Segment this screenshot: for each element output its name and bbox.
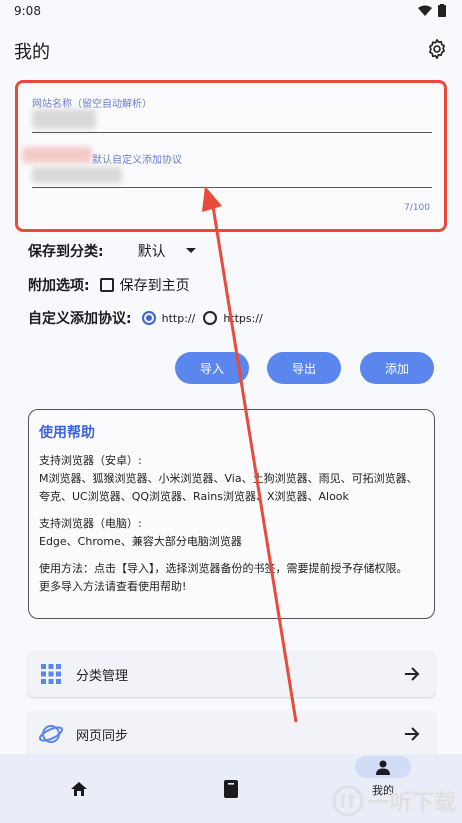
gear-icon [429, 39, 445, 59]
char-count: 7/100 [404, 203, 430, 213]
menu-label-sync: 网页同步 [76, 728, 129, 744]
extra-options-row: 附加选项: 保存到主页 [28, 275, 190, 295]
url-field-underline [32, 187, 432, 188]
extra-options-label: 附加选项: [28, 278, 90, 294]
help-usage: 使用方法：点击【导入】，选择浏览器备份的书签，需要提前授予存储权限。 更多导入方… [39, 560, 424, 596]
watermark: 一听下载 [332, 785, 456, 817]
name-field-label: 网站名称（留空自动解析） [32, 99, 152, 110]
export-button[interactable]: 导出 [267, 352, 341, 384]
wifi-icon [418, 5, 432, 16]
import-button[interactable]: 导入 [175, 352, 249, 384]
help-pc-title: 支持浏览器（电脑）: [39, 517, 142, 530]
help-title: 使用帮助 [39, 425, 95, 441]
nav-home-pill [51, 778, 107, 800]
menu-item-web-sync[interactable]: 网页同步 [28, 711, 435, 757]
help-card: 使用帮助 支持浏览器（安卓）: M浏览器、狐猴浏览器、小米浏览器、Via、土狗浏… [28, 409, 435, 619]
nav-mine-pill [355, 756, 411, 778]
dropdown-arrow-icon [185, 248, 196, 253]
nav-home[interactable] [2, 754, 156, 823]
http-label: http:// [161, 311, 196, 325]
https-label: https:// [223, 311, 263, 325]
status-time: 9:08 [14, 4, 41, 18]
settings-button[interactable] [424, 36, 450, 62]
help-pc: 支持浏览器（电脑）: Edge、Chrome、兼容大部分电脑浏览器 [39, 515, 424, 551]
battery-icon [438, 4, 446, 17]
bookmark-form: 网站名称（留空自动解析） 默认自定义添加协议 7/100 [15, 80, 447, 232]
name-field-underline [32, 132, 432, 133]
category-dropdown[interactable]: 默认 [138, 241, 196, 261]
help-usage-text: 使用方法：点击【导入】，选择浏览器备份的书签，需要提前授予存储权限。 [39, 562, 408, 575]
category-value: 默认 [137, 244, 166, 260]
url-field-label: 默认自定义添加协议 [92, 155, 182, 166]
add-button[interactable]: 添加 [360, 352, 434, 384]
redacted-value [32, 109, 96, 129]
home-icon [71, 782, 87, 796]
name-field[interactable]: 网站名称（留空自动解析） [32, 95, 432, 133]
status-bar: 9:08 [0, 0, 462, 22]
grid-icon [38, 661, 64, 687]
nav-bookmarks[interactable] [154, 754, 308, 823]
help-more-text: 更多导入方法请查看使用帮助! [39, 580, 187, 593]
protocol-label: 自定义添加协议: [28, 311, 132, 327]
arrow-right-icon [405, 727, 420, 741]
arrow-right-icon [405, 667, 420, 681]
save-to-row: 保存到分类: 默认 [28, 241, 196, 261]
planet-icon [38, 721, 64, 747]
https-radio[interactable] [203, 311, 218, 325]
help-android-title: 支持浏览器（安卓）: [39, 454, 142, 467]
http-radio[interactable] [141, 311, 156, 325]
protocol-row: 自定义添加协议: http:// https:// [28, 308, 271, 328]
status-icons [418, 4, 446, 17]
redacted-url [32, 167, 122, 183]
menu-item-category-manage[interactable]: 分类管理 [28, 651, 435, 697]
redacted-label [22, 147, 92, 163]
help-pc-list: Edge、Chrome、兼容大部分电脑浏览器 [39, 535, 242, 548]
url-field[interactable]: 默认自定义添加协议 [22, 147, 432, 188]
help-android-list: M浏览器、狐猴浏览器、小米浏览器、Via、土狗浏览器、雨见、可拓浏览器、夸克、U… [39, 472, 418, 503]
watermark-logo-icon [332, 785, 364, 817]
app-header: 我的 [0, 30, 462, 70]
watermark-text: 一听下载 [367, 791, 456, 816]
page-title: 我的 [14, 42, 50, 63]
person-icon [376, 760, 390, 775]
save-home-label: 保存到主页 [119, 278, 190, 294]
save-to-label: 保存到分类: [28, 244, 104, 260]
help-android: 支持浏览器（安卓）: M浏览器、狐猴浏览器、小米浏览器、Via、土狗浏览器、雨见… [39, 452, 424, 506]
save-home-checkbox[interactable] [99, 278, 114, 292]
nav-bookmarks-pill [203, 778, 259, 800]
menu-label-category: 分类管理 [76, 668, 129, 684]
book-icon [224, 780, 238, 798]
